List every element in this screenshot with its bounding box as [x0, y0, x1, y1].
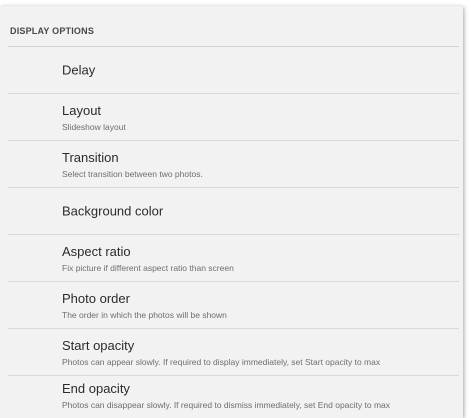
- settings-panel: DISPLAY OPTIONS Delay Layout Slideshow l…: [0, 6, 463, 418]
- pref-photo-order[interactable]: Photo order The order in which the photo…: [8, 282, 459, 329]
- pref-delay[interactable]: Delay: [8, 47, 459, 94]
- pref-title: Start opacity: [62, 338, 135, 353]
- pref-end-opacity[interactable]: End opacity Photos can disappear slowly.…: [8, 372, 459, 418]
- pref-title: Background color: [62, 203, 164, 219]
- pref-title: Aspect ratio: [62, 244, 131, 259]
- section-header-display-options: DISPLAY OPTIONS: [10, 26, 95, 36]
- pref-title: End opacity: [62, 381, 130, 396]
- pref-layout[interactable]: Layout Slideshow layout: [8, 94, 459, 141]
- pref-transition[interactable]: Transition Select transition between two…: [8, 141, 459, 188]
- pref-summary: Fix picture if different aspect ratio th…: [62, 263, 234, 273]
- pref-title: Layout: [62, 103, 102, 118]
- pref-title: Delay: [62, 62, 96, 78]
- pref-aspect-ratio[interactable]: Aspect ratio Fix picture if different as…: [8, 235, 459, 282]
- pref-start-opacity[interactable]: Start opacity Photos can appear slowly. …: [8, 329, 459, 376]
- screen: DISPLAY OPTIONS Delay Layout Slideshow l…: [0, 0, 471, 418]
- pref-background-color[interactable]: Background color: [8, 188, 459, 235]
- pref-title: Transition: [62, 150, 119, 165]
- pref-summary: Slideshow layout: [62, 122, 126, 132]
- pref-summary: The order in which the photos will be sh…: [62, 310, 227, 320]
- pref-summary: Photos can disappear slowly. If required…: [62, 400, 391, 410]
- pref-summary: Photos can appear slowly. If required to…: [62, 357, 381, 367]
- pref-summary: Select transition between two photos.: [62, 169, 203, 179]
- pref-title: Photo order: [62, 291, 130, 306]
